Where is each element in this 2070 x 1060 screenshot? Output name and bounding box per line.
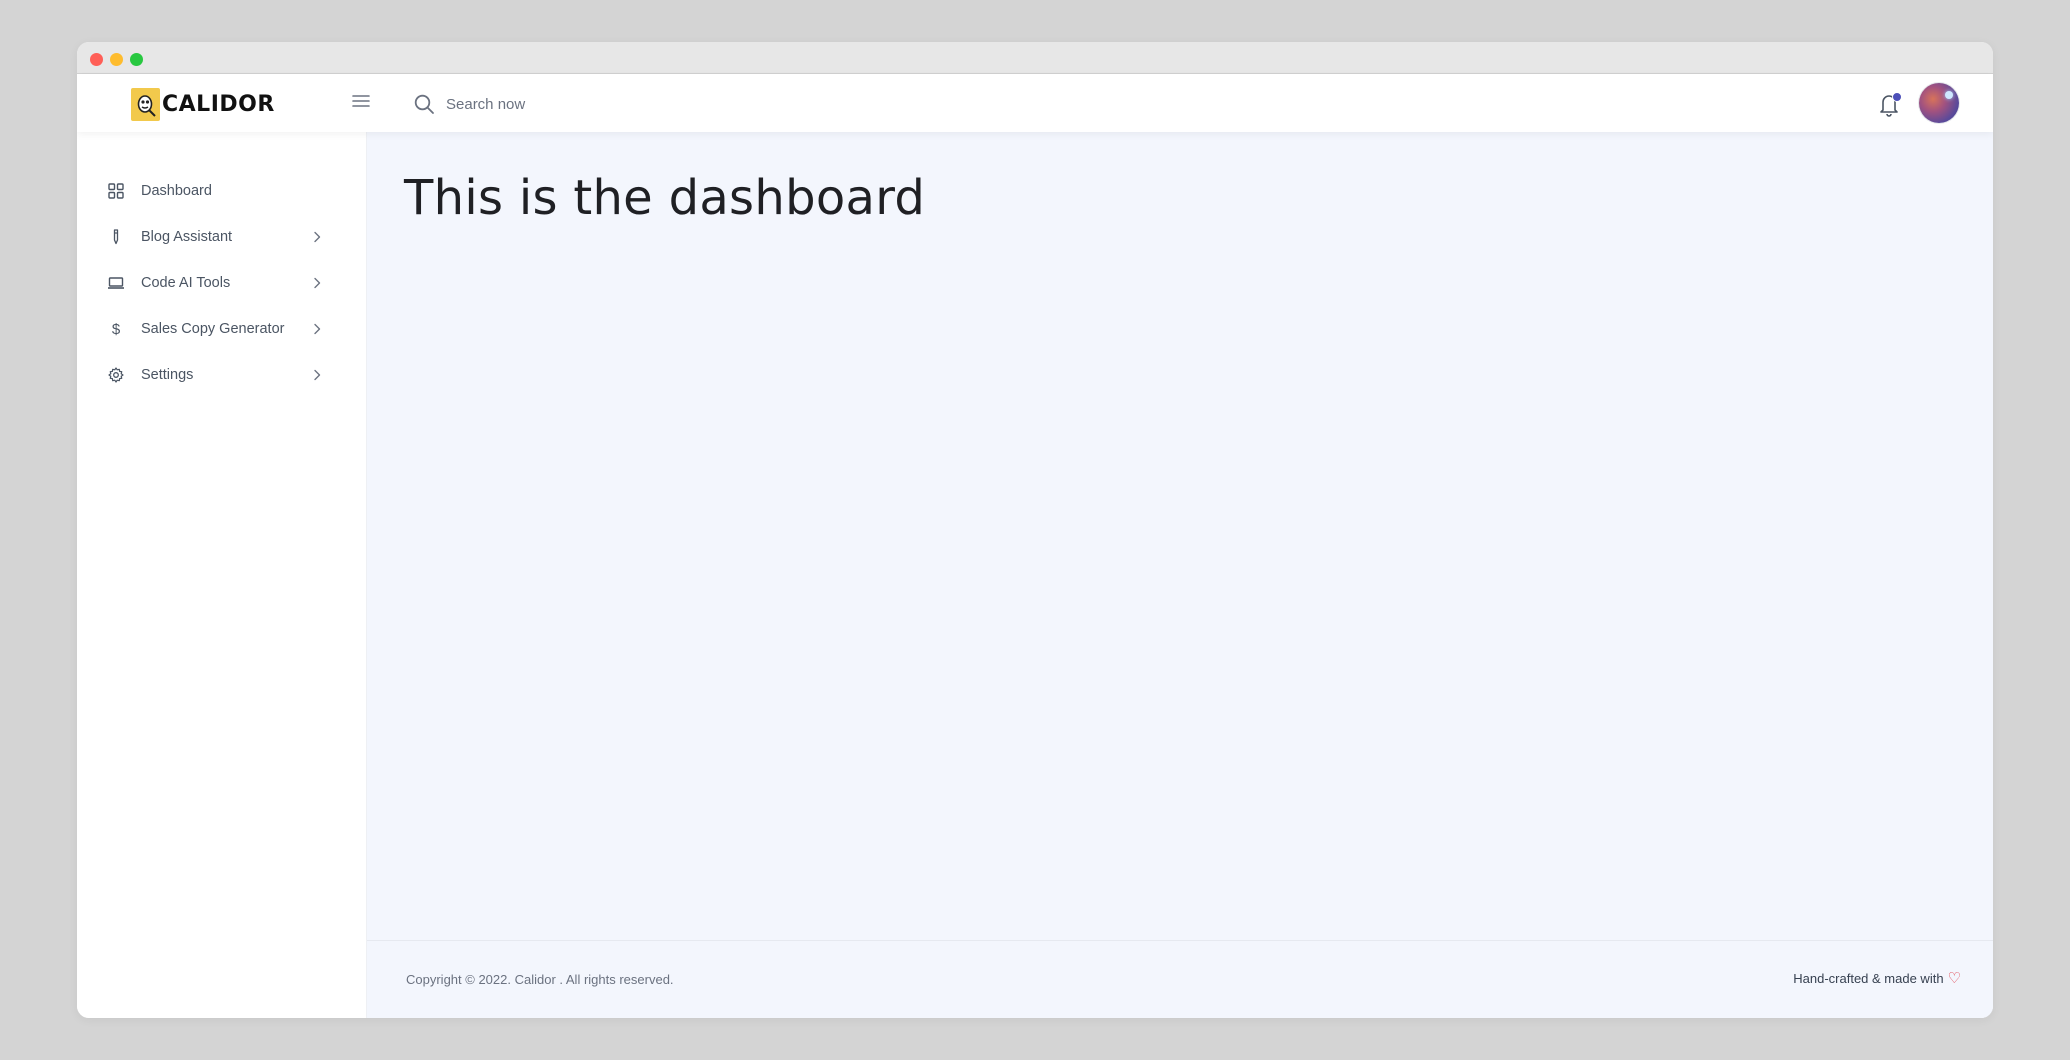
brand-name: CALIDOR [162,92,275,117]
pen-icon [108,229,124,245]
hamburger-menu-button[interactable] [349,94,373,112]
main-content: This is the dashboard Copyright © 2022. … [367,132,1993,1018]
topbar: CALIDOR [77,74,1993,132]
sidebar: Dashboard Blog Assistant Code AI Tools $… [77,132,367,1018]
footer: Copyright © 2022. Calidor . All rights r… [367,940,1993,1018]
notifications-button[interactable] [1877,90,1903,118]
sidebar-item-label: Dashboard [141,183,212,199]
sidebar-item-settings[interactable]: Settings [77,352,366,398]
hamburger-icon [352,94,370,113]
gear-icon [108,367,124,383]
sidebar-item-label: Blog Assistant [141,229,233,245]
laptop-icon [108,275,124,291]
page-title: This is the dashboard [404,170,926,226]
svg-text:$: $ [112,321,121,337]
maximize-window-button[interactable] [130,53,143,66]
chevron-right-icon [310,368,324,382]
search-bar [413,88,813,120]
sidebar-item-label: Code AI Tools [141,275,231,291]
handcrafted-text: Hand-crafted & made with ♡ [1793,971,1961,986]
chevron-right-icon [310,276,324,290]
browser-window: CALIDOR Search now Dashboard Blog Assist… [77,42,1993,1018]
search-input[interactable] [446,95,766,113]
minimize-window-button[interactable] [110,53,123,66]
copyright-text: Copyright © 2022. Calidor . All rights r… [406,972,674,987]
handcrafted-label: Hand-crafted & made with [1793,971,1944,986]
bell-icon [1877,95,1901,122]
heart-icon: ♡ [1947,970,1961,987]
search-icon[interactable] [413,92,437,116]
user-avatar[interactable] [1919,83,1959,123]
grid-icon [108,183,124,199]
dollar-icon: $ [108,321,124,337]
sidebar-item-sales-copy-generator[interactable]: $ Sales Copy Generator [77,306,366,352]
sidebar-item-label: Settings [141,367,194,383]
window-titlebar [77,42,1993,74]
notification-badge [1892,92,1902,102]
close-window-button[interactable] [90,53,103,66]
sidebar-item-code-ai-tools[interactable]: Code AI Tools [77,260,366,306]
chevron-right-icon [310,322,324,336]
brand-logo[interactable]: CALIDOR [131,88,275,121]
sidebar-item-dashboard[interactable]: Dashboard [77,168,366,214]
sidebar-item-blog-assistant[interactable]: Blog Assistant [77,214,366,260]
logo-mascot-icon [131,88,160,121]
chevron-right-icon [310,230,324,244]
sidebar-item-label: Sales Copy Generator [141,321,285,337]
